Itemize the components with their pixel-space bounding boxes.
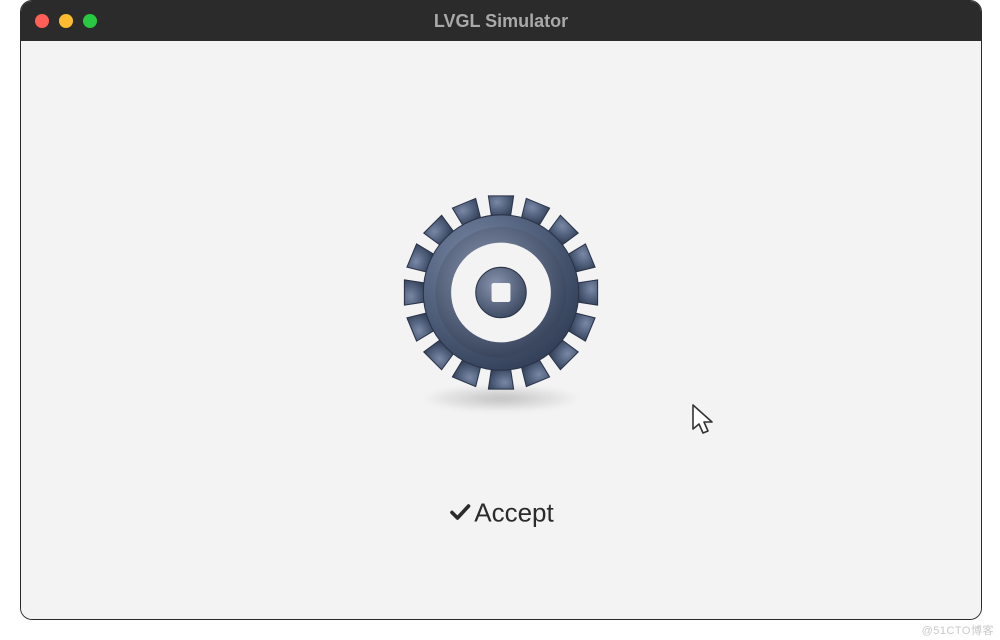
window-minimize-button[interactable] bbox=[59, 14, 73, 28]
accept-label-row: Accept bbox=[448, 497, 554, 528]
check-icon bbox=[448, 501, 472, 525]
accept-text: Accept bbox=[474, 497, 554, 528]
window-title: LVGL Simulator bbox=[21, 11, 981, 32]
window-maximize-button[interactable] bbox=[83, 14, 97, 28]
gear-image bbox=[396, 188, 606, 403]
cursor-icon bbox=[691, 403, 717, 439]
gear-shadow bbox=[421, 385, 581, 413]
window-content: Accept bbox=[21, 41, 981, 619]
window-close-button[interactable] bbox=[35, 14, 49, 28]
gear-icon bbox=[396, 188, 606, 398]
titlebar: LVGL Simulator bbox=[21, 1, 981, 41]
app-window: LVGL Simulator bbox=[20, 0, 982, 620]
traffic-lights bbox=[35, 14, 97, 28]
watermark-text: @51CTO博客 bbox=[922, 622, 994, 638]
